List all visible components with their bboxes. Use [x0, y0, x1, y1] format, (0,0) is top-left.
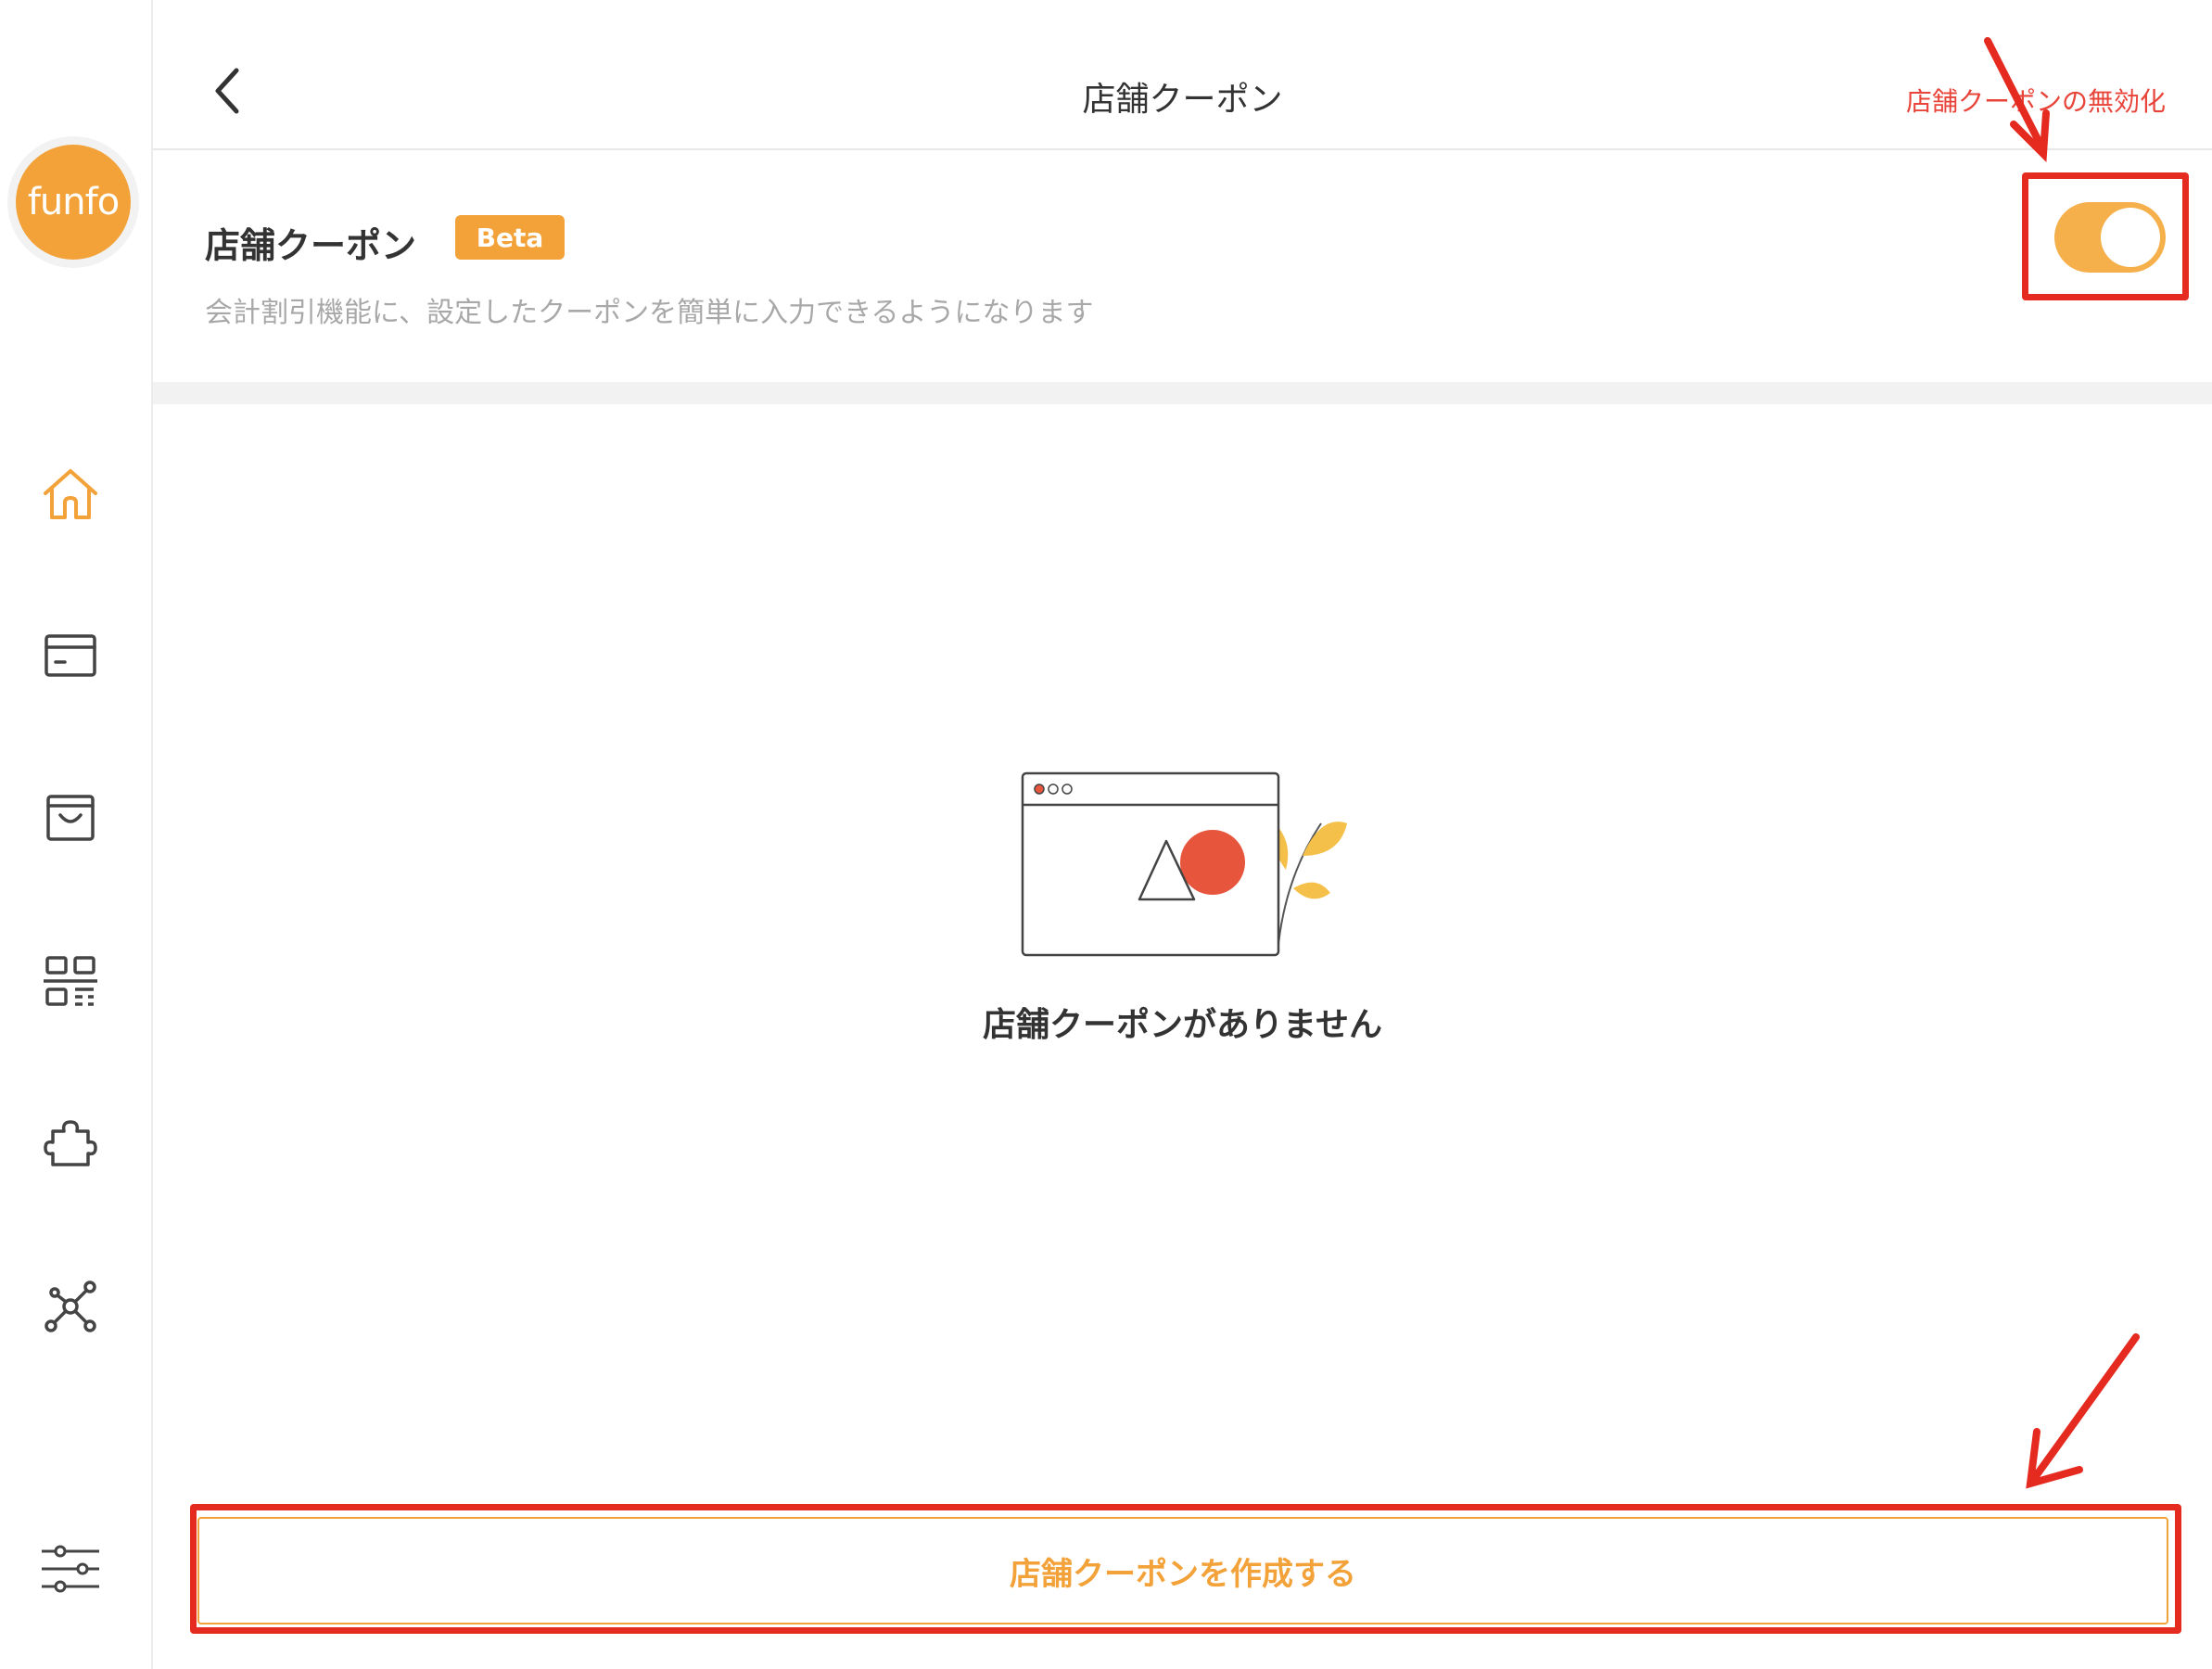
disable-coupon-link[interactable]: 店舗クーポンの無効化: [1906, 82, 2166, 119]
qr-code-icon: [44, 956, 97, 1006]
beta-badge: Beta: [455, 215, 565, 260]
sidebar: funfo: [0, 0, 153, 1669]
section-divider: [153, 382, 2212, 404]
sidebar-item-card[interactable]: [37, 622, 104, 689]
sliders-icon: [42, 1545, 99, 1593]
leaf-icon: [1271, 822, 1347, 954]
shopping-bag-icon: [46, 795, 95, 841]
page-title: 店舗クーポン: [1082, 81, 1283, 119]
sidebar-item-home[interactable]: [37, 461, 104, 528]
annotation-box-toggle: [2022, 172, 2189, 300]
home-icon: [44, 469, 97, 519]
annotation-arrow-create: [2032, 1333, 2140, 1480]
sidebar-item-qr[interactable]: [37, 948, 104, 1014]
card-icon: [44, 634, 96, 677]
coupon-setting-row: 店舗クーポン Beta 会計割引機能に、設定したクーポンを簡単に入力できるように…: [153, 152, 2212, 382]
annotation-box-create: [190, 1504, 2181, 1634]
sidebar-item-plugins[interactable]: [37, 1110, 104, 1177]
network-icon: [44, 1280, 96, 1332]
sidebar-item-settings[interactable]: [37, 1535, 104, 1602]
funfo-logo[interactable]: funfo: [7, 136, 139, 268]
sidebar-item-network[interactable]: [37, 1273, 104, 1340]
puzzle-icon: [44, 1120, 97, 1166]
logo-text: funfo: [16, 145, 131, 260]
empty-state-message: 店舗クーポンがありません: [983, 1006, 1382, 1044]
setting-description: 会計割引機能に、設定したクーポンを簡単に入力できるようになります: [205, 297, 1094, 329]
page-header: 店舗クーポン 店舗クーポンの無効化: [153, 0, 2212, 150]
empty-window-illustration: [1021, 771, 1347, 957]
setting-title: 店舗クーポン: [205, 225, 417, 266]
sidebar-item-shop[interactable]: [37, 784, 104, 851]
